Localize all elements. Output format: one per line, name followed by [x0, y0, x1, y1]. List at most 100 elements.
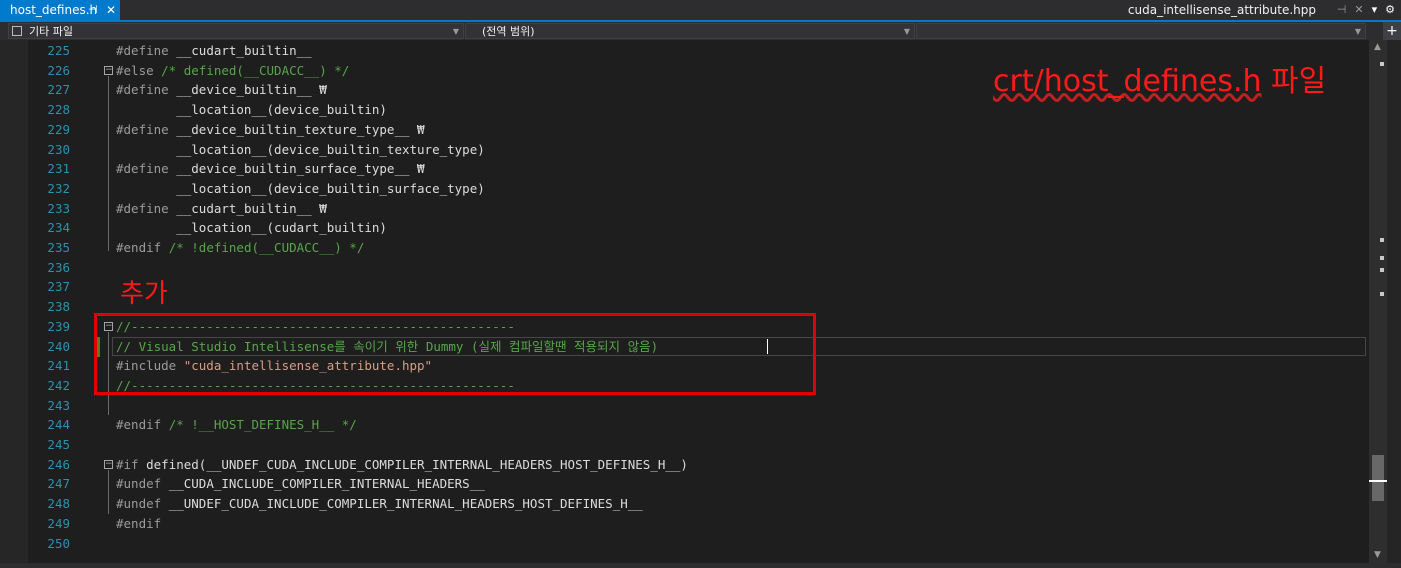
split-editor-button[interactable]: +: [1383, 22, 1401, 40]
marker-dot: [1380, 238, 1384, 242]
line-number: 248: [47, 496, 70, 512]
code-token: __cudart_builtin__: [176, 43, 312, 58]
code-line[interactable]: 249 #endif: [0, 514, 1369, 534]
project-dropdown[interactable]: 기타 파일 ▼: [8, 23, 464, 39]
code-line[interactable]: 245: [0, 435, 1369, 455]
code-token: /* !defined(__CUDACC__) */: [168, 240, 365, 255]
code-token: __CUDA_INCLUDE_COMPILER_INTERNAL_HEADERS…: [168, 476, 485, 492]
line-number: 225: [47, 43, 70, 58]
line-number: 244: [47, 417, 70, 433]
outline-guide: [108, 470, 109, 514]
code-token: __location__(cudart_builtin): [116, 220, 387, 236]
file-icon: [12, 26, 22, 36]
line-number: 239: [47, 318, 70, 334]
code-text: #endif /* !__HOST_DEFINES_H__ */: [116, 415, 357, 435]
code-text: __location__(cudart_builtin): [116, 218, 387, 238]
line-number: 240: [47, 338, 70, 354]
code-line[interactable]: 233 #define __cudart_builtin__ ₩: [0, 199, 1369, 219]
chevron-down-icon: ▼: [903, 27, 910, 36]
scrollbar-thumb[interactable]: [1372, 455, 1384, 501]
annotation-title: crt/host_defines.h 파일: [993, 56, 1326, 100]
scope-dropdown-label: (전역 범위): [482, 25, 535, 38]
marker-dot: [1380, 292, 1384, 296]
pin-icon[interactable]: ⊣: [88, 0, 98, 20]
code-token: #define: [116, 161, 177, 177]
collapse-icon[interactable]: −: [104, 66, 113, 75]
code-line[interactable]: 248 #undef __UNDEF_CUDA_INCLUDE_COMPILER_…: [0, 494, 1369, 514]
navigation-bar: 기타 파일 ▼ (전역 범위) ▼ ▼ +: [0, 22, 1401, 40]
close-icon[interactable]: ✕: [1354, 3, 1363, 16]
code-token: #if: [116, 456, 147, 472]
line-number: 229: [47, 121, 70, 137]
annotation-added: 추가: [120, 279, 168, 309]
code-token: __cudart_builtin__ ₩: [176, 200, 327, 216]
tab-well-controls: ⊣ ✕ ▾ ⚙: [1329, 0, 1395, 20]
code-line[interactable]: 250: [0, 534, 1369, 554]
code-line[interactable]: 229 #define __device_builtin_texture_type…: [0, 120, 1369, 140]
code-token: #define: [116, 121, 177, 137]
code-text: __location__(device_builtin_surface_type…: [116, 179, 485, 199]
code-token: #define: [116, 82, 177, 98]
scroll-up-icon[interactable]: ▲: [1374, 42, 1381, 52]
member-dropdown[interactable]: ▼: [916, 23, 1366, 39]
code-token: __location__(device_builtin_surface_type…: [116, 180, 485, 196]
code-line[interactable]: 235 #endif /* !defined(__CUDACC__) */: [0, 238, 1369, 258]
document-tab-bar: host_defines.h ⊣ ✕ cuda_intellisense_att…: [0, 0, 1401, 22]
code-line[interactable]: 230 __location__(device_builtin_texture_…: [0, 140, 1369, 160]
code-line[interactable]: 243: [0, 396, 1369, 416]
code-line[interactable]: 234 __location__(cudart_builtin): [0, 218, 1369, 238]
code-token: #undef: [116, 476, 169, 492]
code-line[interactable]: 236: [0, 258, 1369, 278]
line-number: 231: [47, 161, 70, 177]
pin-icon[interactable]: ⊣: [1337, 3, 1347, 16]
vertical-scrollbar[interactable]: ▲ ▼: [1369, 40, 1387, 568]
code-text: #undef __CUDA_INCLUDE_COMPILER_INTERNAL_…: [116, 474, 485, 494]
code-line[interactable]: 237: [0, 277, 1369, 297]
gear-icon[interactable]: ⚙: [1385, 3, 1395, 16]
code-token: /* !__HOST_DEFINES_H__ */: [168, 417, 357, 433]
code-text: __location__(device_builtin_texture_type…: [116, 140, 485, 160]
line-number: 228: [47, 102, 70, 118]
code-text: #endif: [116, 514, 161, 534]
collapse-icon[interactable]: −: [104, 460, 113, 469]
code-token: /* defined(__CUDACC__) */: [161, 62, 350, 78]
project-dropdown-label: 기타 파일: [29, 25, 73, 38]
code-token: defined(__UNDEF_CUDA_INCLUDE_COMPILER_IN…: [146, 456, 688, 472]
line-number: 243: [47, 397, 70, 413]
line-number: 247: [47, 476, 70, 492]
line-number: 232: [47, 180, 70, 196]
line-number: 246: [47, 456, 70, 472]
close-icon[interactable]: ✕: [106, 0, 116, 20]
code-line[interactable]: 228 __location__(device_builtin): [0, 100, 1369, 120]
code-line[interactable]: 232 __location__(device_builtin_surface_…: [0, 179, 1369, 199]
line-number: 233: [47, 200, 70, 216]
code-token: #define: [116, 200, 177, 216]
chevron-down-icon: ▼: [1354, 27, 1361, 36]
code-token: __UNDEF_CUDA_INCLUDE_COMPILER_INTERNAL_H…: [168, 496, 643, 512]
marker-dot: [1380, 256, 1384, 260]
line-number: 235: [47, 240, 70, 255]
tab-host-defines[interactable]: host_defines.h ⊣ ✕: [0, 0, 120, 20]
code-token: __device_builtin_surface_type__ ₩: [176, 161, 425, 177]
line-number: 227: [47, 82, 70, 98]
code-token: #endif: [116, 240, 169, 255]
code-line[interactable]: 244 #endif /* !__HOST_DEFINES_H__ */: [0, 415, 1369, 435]
code-token: #define: [116, 43, 177, 58]
code-text: #else /* defined(__CUDACC__) */: [116, 61, 349, 81]
code-text: __location__(device_builtin): [116, 100, 387, 120]
marker-dot: [1380, 62, 1384, 66]
code-text: #define __device_builtin_texture_type__ …: [116, 120, 425, 140]
code-token: __location__(device_builtin_texture_type…: [116, 141, 485, 157]
code-line[interactable]: 246 #if defined(__UNDEF_CUDA_INCLUDE_COMP…: [0, 455, 1369, 475]
scroll-down-icon[interactable]: ▼: [1374, 550, 1381, 560]
code-line[interactable]: 247 #undef __CUDA_INCLUDE_COMPILER_INTERN…: [0, 474, 1369, 494]
code-editor[interactable]: 225 #define __cudart_builtin__ 226 #else /*…: [0, 40, 1369, 568]
chevron-down-icon[interactable]: ▾: [1372, 3, 1378, 16]
line-number: 238: [47, 299, 70, 315]
code-token: __location__(device_builtin): [116, 102, 387, 118]
annotation-title-suffix: 파일: [1261, 64, 1327, 99]
code-line[interactable]: 231 #define __device_builtin_surface_type…: [0, 159, 1369, 179]
scope-dropdown[interactable]: (전역 범위) ▼: [465, 23, 915, 39]
preview-tab-label[interactable]: cuda_intellisense_attribute.hpp: [1128, 0, 1316, 20]
code-text: #if defined(__UNDEF_CUDA_INCLUDE_COMPILE…: [116, 455, 688, 475]
